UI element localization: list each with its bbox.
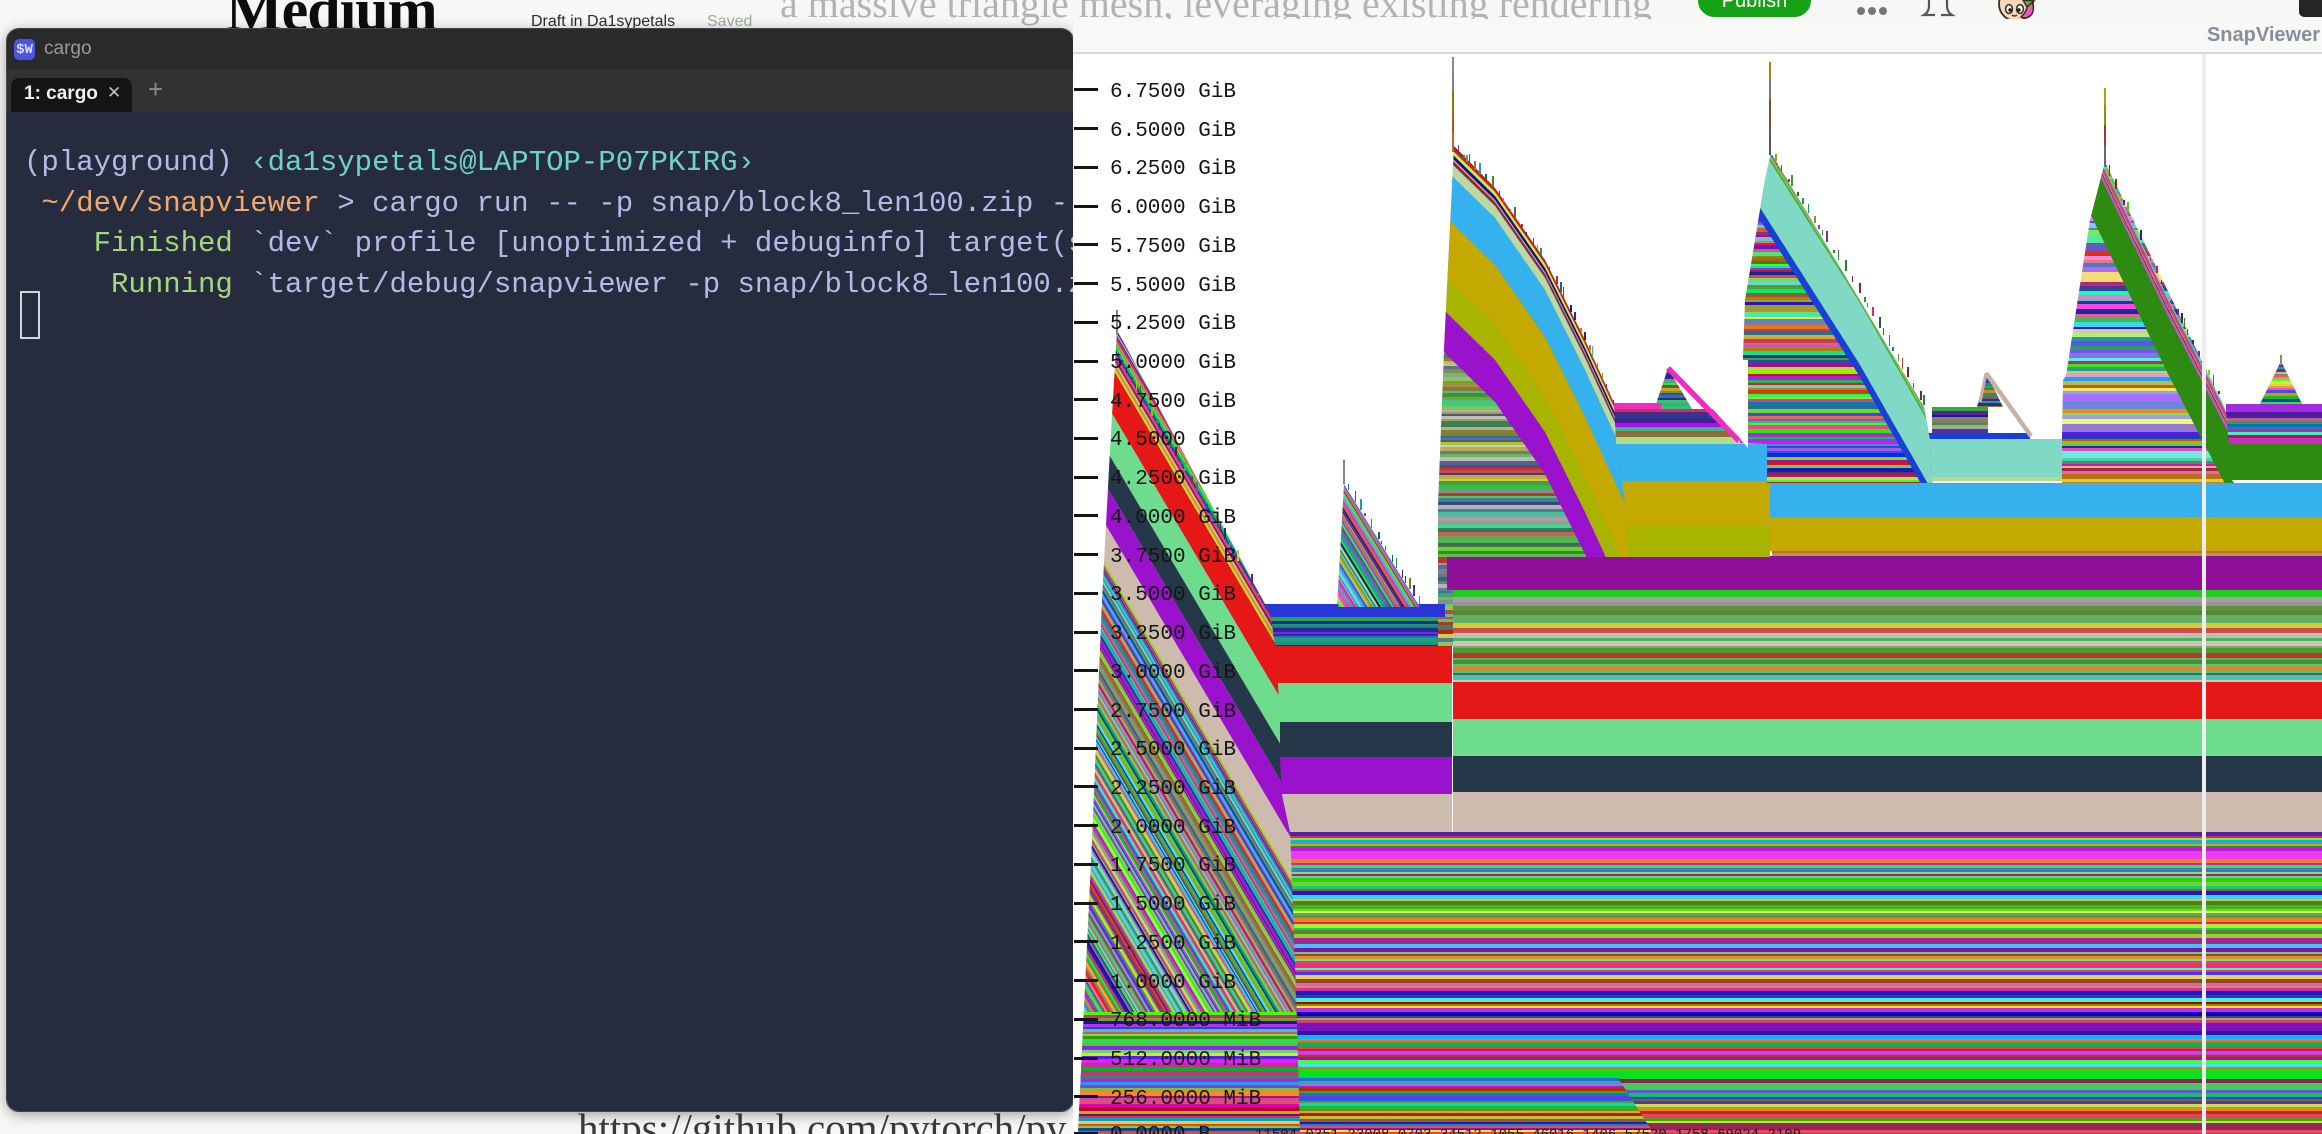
svg-text:2.5000 GiB: 2.5000 GiB [1110, 739, 1236, 762]
svg-text:5.0000 GiB: 5.0000 GiB [1110, 352, 1236, 375]
svg-text:1.7500 GiB: 1.7500 GiB [1110, 855, 1236, 878]
svg-text:2.0000 GiB: 2.0000 GiB [1110, 817, 1236, 840]
svg-text:4.7500 GiB: 4.7500 GiB [1110, 391, 1236, 414]
svg-text:768.0000 MiB: 768.0000 MiB [1110, 1010, 1261, 1033]
svg-text:11504.0351 23008.0703 34512.: 11504.0351 23008.0703 34512.1055 46016.1… [1255, 1127, 1801, 1134]
svg-text:0.0000 B: 0.0000 B [1110, 1124, 1211, 1134]
svg-text:6.5000 GiB: 6.5000 GiB [1110, 120, 1236, 143]
svg-text:5.7500 GiB: 5.7500 GiB [1110, 236, 1236, 259]
svg-text:2.2500 GiB: 2.2500 GiB [1110, 778, 1236, 801]
svg-text:1.0000 GiB: 1.0000 GiB [1110, 972, 1236, 995]
svg-text:1.2500 GiB: 1.2500 GiB [1110, 933, 1236, 956]
svg-text:6.0000 GiB: 6.0000 GiB [1110, 197, 1236, 220]
svg-text:5.5000 GiB: 5.5000 GiB [1110, 275, 1236, 298]
svg-text:2.7500 GiB: 2.7500 GiB [1110, 701, 1236, 724]
svg-text:3.0000 GiB: 3.0000 GiB [1110, 662, 1236, 685]
svg-text:3.2500 GiB: 3.2500 GiB [1110, 623, 1236, 646]
svg-text:512.0000 MiB: 512.0000 MiB [1110, 1049, 1261, 1072]
svg-text:256.0000 MiB: 256.0000 MiB [1110, 1088, 1261, 1111]
svg-text:6.2500 GiB: 6.2500 GiB [1110, 158, 1236, 181]
svg-text:1.5000 GiB: 1.5000 GiB [1110, 894, 1236, 917]
svg-text:SnapViewer: SnapViewer [2207, 24, 2320, 46]
svg-text:3.5000 GiB: 3.5000 GiB [1110, 584, 1236, 607]
svg-text:4.2500 GiB: 4.2500 GiB [1110, 468, 1236, 491]
svg-text:4.0000 GiB: 4.0000 GiB [1110, 507, 1236, 530]
svg-text:6.7500 GiB: 6.7500 GiB [1110, 81, 1236, 104]
svg-text:4.5000 GiB: 4.5000 GiB [1110, 429, 1236, 452]
svg-text:5.2500 GiB: 5.2500 GiB [1110, 313, 1236, 336]
svg-text:3.7500 GiB: 3.7500 GiB [1110, 546, 1236, 569]
